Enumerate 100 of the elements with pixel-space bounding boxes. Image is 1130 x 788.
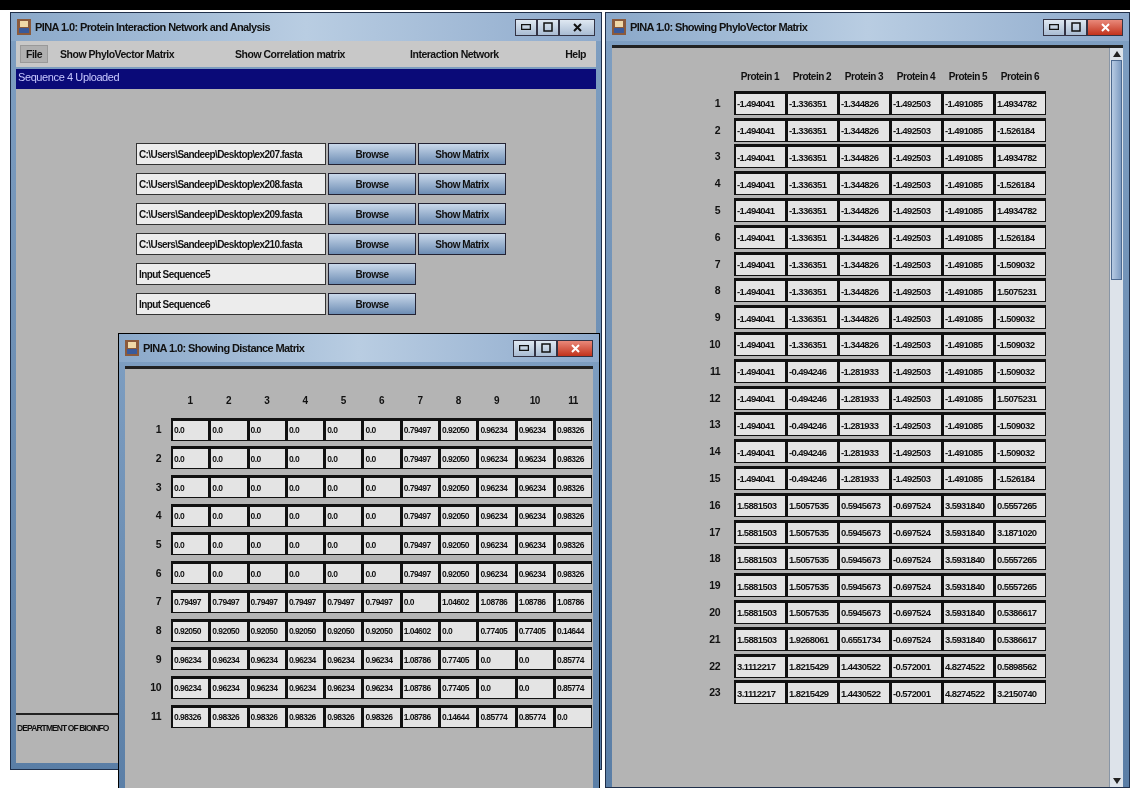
table-cell: -1.492503: [890, 144, 942, 169]
table-cell: 3.5931840: [942, 573, 994, 598]
table-cell: 1.5881503: [734, 599, 786, 624]
menu-item[interactable]: Show PhyloVector Matrix: [54, 45, 230, 63]
table-cell: -1.494041: [734, 144, 786, 169]
column-header: Protein 4: [895, 70, 937, 82]
action-button[interactable]: Browse: [328, 173, 416, 195]
table-cell: -1.344826: [838, 278, 890, 303]
table-cell: -0.494246: [786, 385, 838, 410]
menu-item[interactable]: Help: [559, 45, 592, 63]
table-cell: 0.79497: [362, 589, 401, 613]
action-button[interactable]: Browse: [328, 203, 416, 225]
table-cell: -0.494246: [786, 439, 838, 464]
table-cell: -1.526184: [994, 224, 1046, 249]
table-cell: 0.92050: [439, 561, 478, 585]
menu-item[interactable]: Show Correlation matrix: [229, 45, 405, 63]
table-cell: 1.5057535: [786, 573, 838, 598]
action-button[interactable]: Show Matrix: [418, 203, 506, 225]
table-cell: -0.572001: [890, 653, 942, 678]
table-cell: 1.5881503: [734, 519, 786, 544]
table-cell: 0.96234: [362, 647, 401, 671]
row-label: 9: [154, 652, 162, 665]
file-path-field[interactable]: C:\Users\Sandeep\Desktop\ex208.fasta: [136, 173, 326, 195]
table-cell: 0.98326: [553, 532, 593, 556]
file-path-field[interactable]: C:\Users\Sandeep\Desktop\ex207.fasta: [136, 143, 326, 165]
table-cell: -1.526184: [994, 171, 1046, 196]
column-header: Protein 3: [843, 70, 885, 82]
action-button[interactable]: Show Matrix: [418, 143, 506, 165]
file-path-field[interactable]: C:\Users\Sandeep\Desktop\ex210.fasta: [136, 233, 326, 255]
table-cell: 1.08786: [400, 647, 440, 671]
table-cell: -1.491085: [942, 198, 994, 222]
table-cell: -0.697524: [890, 492, 942, 517]
table-cell: 1.9268061: [786, 626, 838, 651]
table-cell: 0.96234: [477, 417, 516, 441]
table-cell: 0.98326: [324, 704, 363, 728]
table-cell: -1.491085: [942, 305, 994, 330]
table-cell: -0.697524: [890, 626, 942, 651]
table-cell: 0.98326: [362, 704, 401, 728]
table-cell: 0.0: [171, 532, 210, 556]
row-label: 20: [708, 605, 721, 618]
table-cell: -1.492503: [890, 465, 942, 490]
table-cell: 0.0: [285, 417, 325, 441]
menu-item[interactable]: Interaction Network: [404, 45, 560, 63]
action-button[interactable]: Browse: [328, 233, 416, 255]
table-cell: -1.492503: [890, 171, 942, 196]
table-cell: -1.509032: [994, 251, 1046, 276]
table-cell: -1.336351: [786, 117, 838, 142]
action-button[interactable]: Browse: [328, 143, 416, 165]
row-label: 18: [708, 552, 722, 565]
table-cell: 0.96234: [362, 675, 401, 699]
row-label: 1: [154, 423, 163, 436]
table-cell: 0.5557265: [994, 573, 1046, 598]
table-cell: 0.0: [171, 417, 210, 441]
table-cell: -1.344826: [838, 198, 890, 222]
table-cell: 0.14644: [439, 704, 478, 728]
table-cell: -1.491085: [942, 224, 994, 249]
table-cell: 0.96234: [515, 503, 554, 527]
table-cell: 0.96234: [324, 647, 363, 671]
column-header: 10: [528, 395, 541, 406]
table-cell: 0.96234: [477, 503, 516, 527]
file-path-field[interactable]: Input Sequence6: [136, 293, 326, 315]
table-cell: 0.96234: [477, 475, 516, 499]
table-cell: 0.96234: [247, 675, 286, 699]
table-cell: -1.494041: [734, 465, 786, 490]
file-path-field[interactable]: Input Sequence5: [136, 263, 326, 285]
status-bar: Sequence 4 Uploaded: [16, 69, 596, 89]
action-button[interactable]: Browse: [328, 263, 416, 285]
table-cell: -1.492503: [890, 224, 942, 249]
table-cell: 1.5057535: [786, 519, 838, 544]
action-button[interactable]: Show Matrix: [418, 173, 506, 195]
column-header: Protein 6: [999, 70, 1041, 82]
table-cell: 0.96234: [477, 561, 516, 585]
table-cell: 1.5057535: [786, 546, 838, 571]
table-cell: -1.492503: [890, 251, 942, 276]
table-cell: 0.0: [362, 446, 401, 470]
table-cell: 3.5931840: [942, 626, 994, 651]
table-cell: 0.0: [285, 475, 325, 499]
column-header: 4: [301, 395, 309, 406]
table-cell: -1.344826: [838, 331, 890, 356]
menu-item[interactable]: File: [20, 45, 49, 63]
table-cell: 0.0: [285, 532, 325, 556]
table-cell: -0.494246: [786, 358, 838, 383]
table-cell: 3.1112217: [734, 653, 786, 678]
table-cell: 0.14644: [553, 618, 593, 642]
table-cell: 0.96234: [209, 675, 248, 699]
table-cell: 0.0: [209, 475, 248, 499]
table-cell: 0.0: [247, 446, 286, 470]
row-label: 2: [713, 123, 722, 136]
table-cell: 0.85774: [477, 704, 516, 728]
table-cell: -1.494041: [734, 412, 786, 437]
table-cell: -0.494246: [786, 412, 838, 437]
column-header: 8: [454, 395, 462, 406]
table-cell: 1.8215429: [786, 680, 838, 705]
table-cell: 0.0: [209, 561, 248, 585]
table-cell: 1.4430522: [838, 680, 890, 705]
action-button[interactable]: Browse: [328, 293, 416, 315]
table-cell: -1.492503: [890, 439, 942, 464]
action-button[interactable]: Show Matrix: [418, 233, 506, 255]
table-cell: 0.85774: [553, 675, 593, 699]
file-path-field[interactable]: C:\Users\Sandeep\Desktop\ex209.fasta: [136, 203, 326, 225]
